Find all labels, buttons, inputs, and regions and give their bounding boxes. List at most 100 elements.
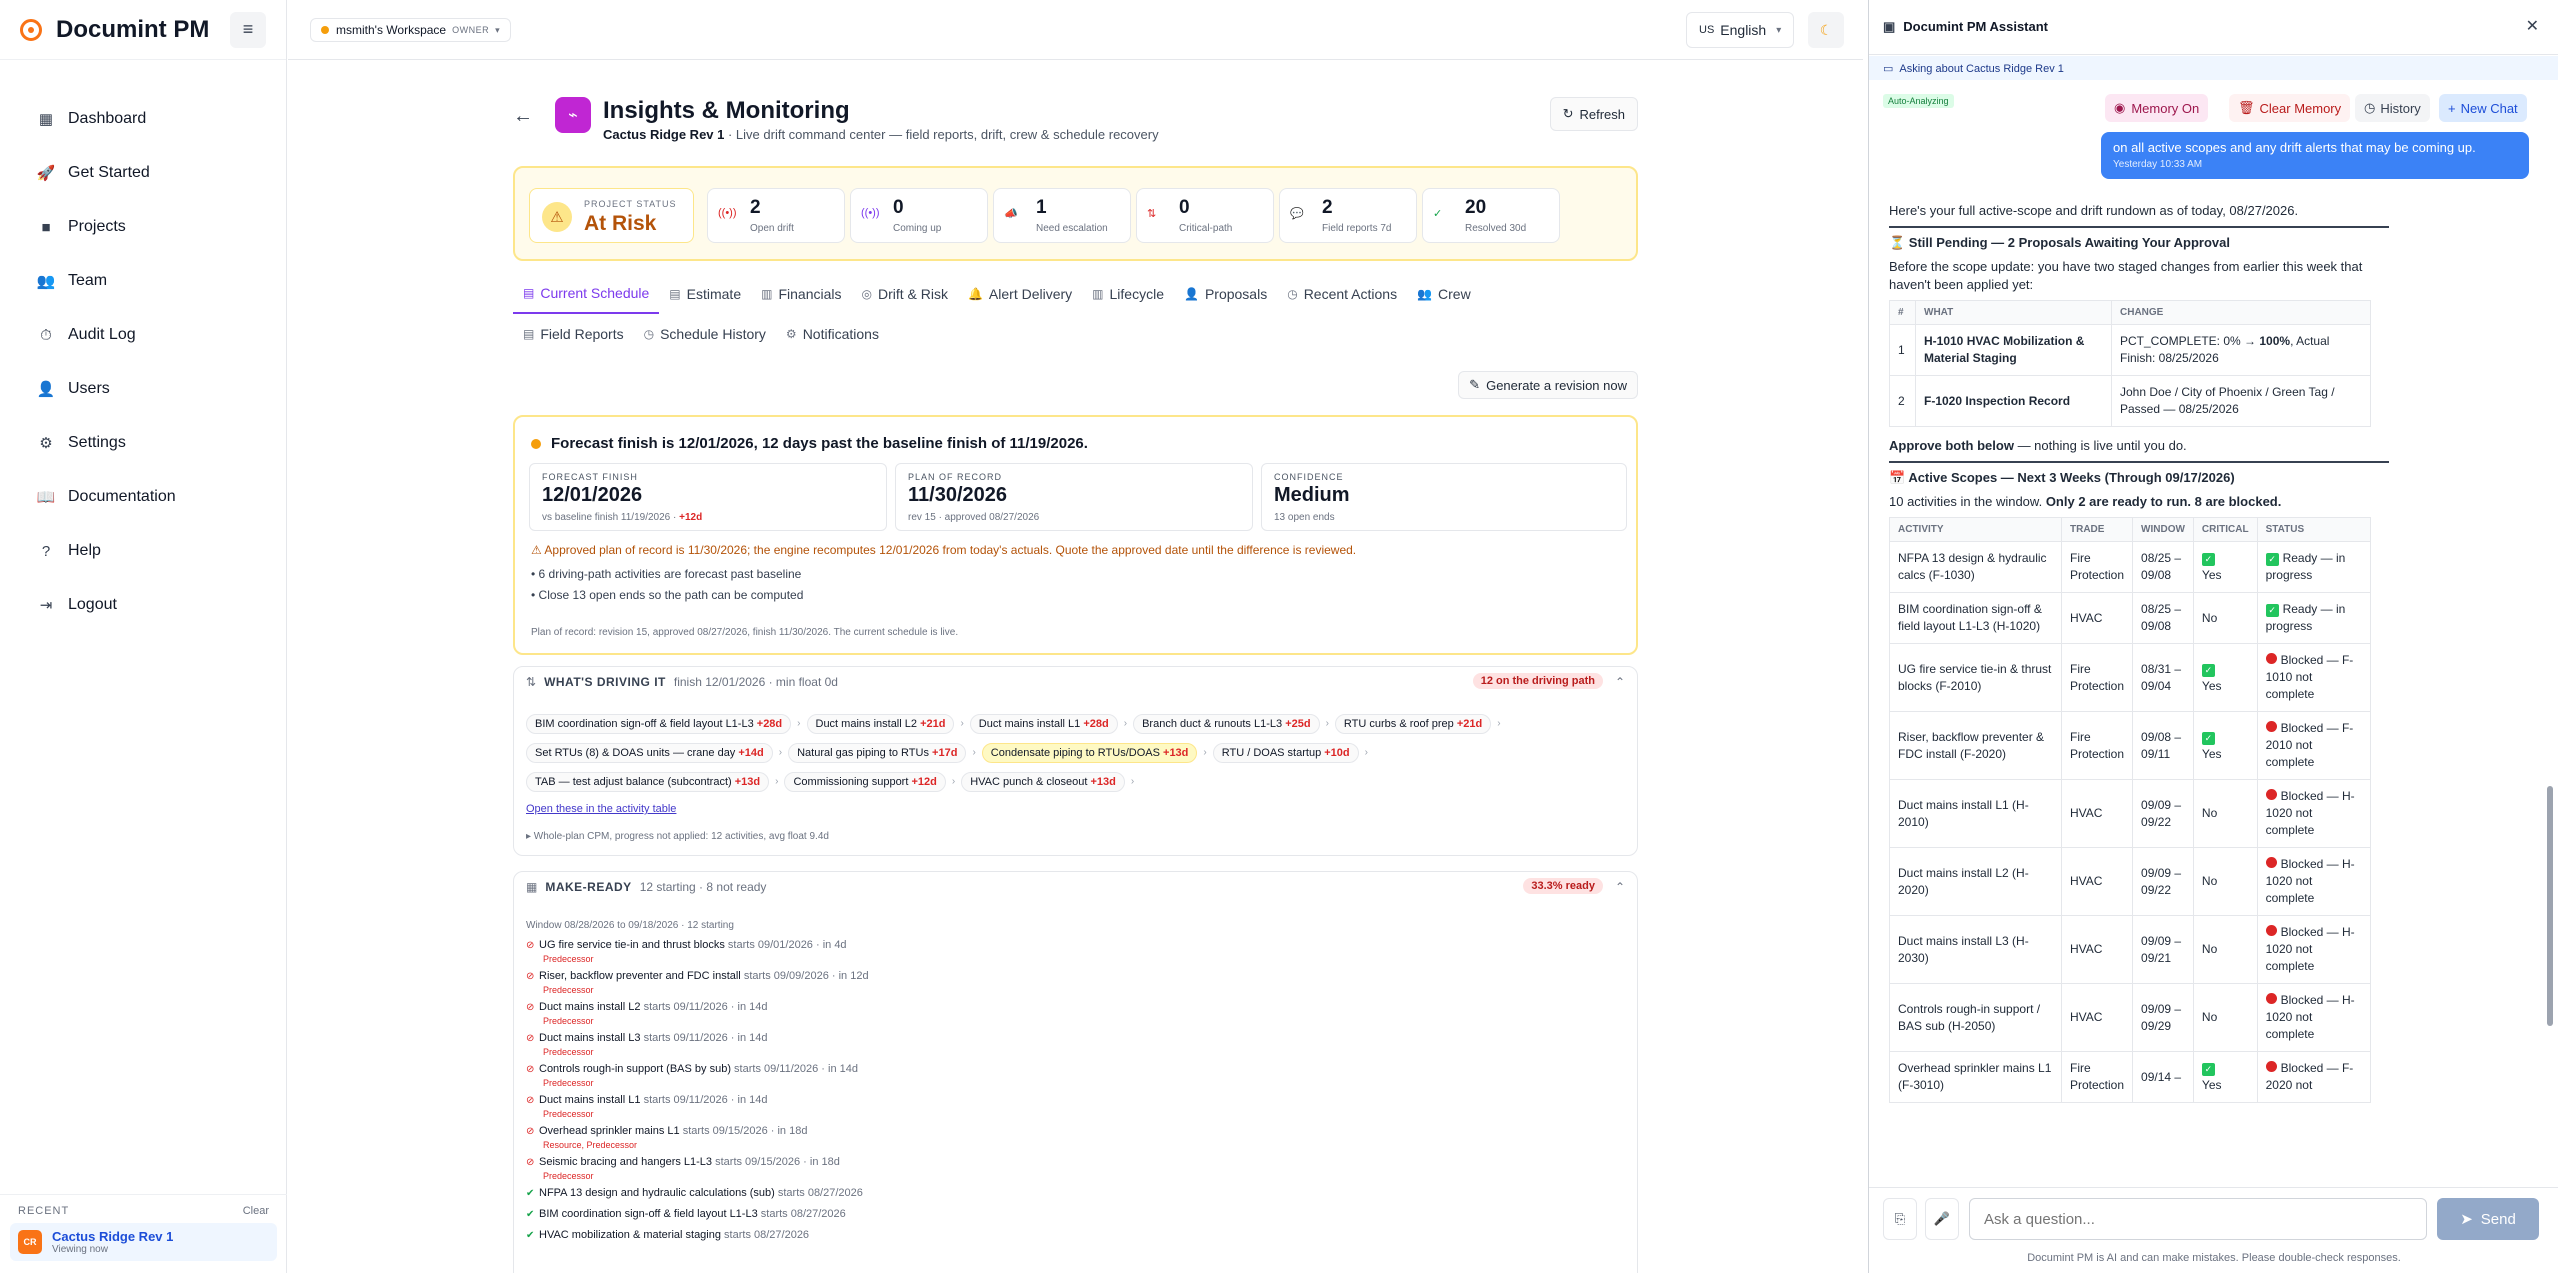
make-ready-item[interactable]: ⊘ Seismic bracing and hangers L1-L3 start… bbox=[526, 1155, 1526, 1170]
driving-header[interactable]: ⇅ WHAT'S DRIVING IT finish 12/01/2026 · … bbox=[526, 675, 838, 689]
close-icon[interactable]: ✕ bbox=[2526, 16, 2539, 36]
kpi-card[interactable]: ((•)) 0 Coming up bbox=[850, 188, 988, 243]
driving-chips: BIM coordination sign-off & field layout… bbox=[526, 709, 1626, 796]
recent-project-item[interactable]: CR Cactus Ridge Rev 1 Viewing now bbox=[10, 1223, 277, 1261]
critical-label: No bbox=[2201, 874, 2218, 888]
clear-memory-button[interactable]: 🗑 Clear Memory bbox=[2229, 94, 2351, 122]
scopes-table: ACTIVITY TRADE WINDOW CRITICAL STATUS NF… bbox=[1889, 517, 2372, 1103]
theme-toggle-button[interactable]: ☾ bbox=[1808, 12, 1844, 48]
make-ready-item[interactable]: ✔ NFPA 13 design and hydraulic calculatio… bbox=[526, 1186, 1526, 1201]
chat-scrollbar[interactable] bbox=[2545, 136, 2555, 1176]
make-ready-item[interactable]: ✔ BIM coordination sign-off & field layou… bbox=[526, 1207, 1526, 1222]
tab-estimate[interactable]: ▤ Estimate bbox=[659, 274, 751, 314]
tab-lifecycle[interactable]: ▥ Lifecycle bbox=[1082, 274, 1174, 314]
sidebar-item-audit-log[interactable]: ⏱ Audit Log bbox=[0, 308, 286, 362]
cpm-toggle[interactable]: ▸ Whole-plan CPM, progress not applied: … bbox=[526, 831, 829, 842]
driving-activity-chip[interactable]: RTU curbs & roof prep +21d bbox=[1334, 713, 1492, 734]
driving-activity-chip[interactable]: Duct mains install L1 +28d bbox=[969, 713, 1118, 734]
driving-activity-chip[interactable]: TAB — test adjust balance (subcontract) … bbox=[526, 771, 770, 792]
collapse-sidebar-button[interactable]: ≡ bbox=[230, 11, 266, 48]
pending-num: 2 bbox=[1889, 375, 1916, 427]
make-ready-reason: Predecessor bbox=[543, 954, 594, 964]
make-ready-item[interactable]: ⊘ Controls rough-in support (BAS by sub) … bbox=[526, 1062, 1526, 1077]
tab-proposals[interactable]: 👤 Proposals bbox=[1174, 274, 1277, 314]
make-ready-item[interactable]: ⊘ Riser, backflow preventer and FDC insta… bbox=[526, 969, 1526, 984]
kpi-card[interactable]: ✓ 20 Resolved 30d bbox=[1422, 188, 1560, 243]
make-ready-item[interactable]: ⊘ Overhead sprinkler mains L1 starts 09/1… bbox=[526, 1124, 1526, 1139]
make-ready-item[interactable]: ✔ HVAC mobilization & material staging st… bbox=[526, 1228, 1526, 1243]
col-header: WHAT bbox=[1915, 300, 2112, 325]
driving-activity-chip[interactable]: Commissioning support +12d bbox=[784, 771, 946, 792]
make-ready-item[interactable]: ⊘ Duct mains install L3 starts 09/11/2026… bbox=[526, 1031, 1526, 1046]
open-activity-table-link[interactable]: Open these in the activity table bbox=[526, 803, 676, 815]
question-input[interactable] bbox=[1969, 1198, 2427, 1240]
tab-crew[interactable]: 👥 Crew bbox=[1407, 274, 1481, 314]
tab-field-reports[interactable]: ▤ Field Reports bbox=[513, 314, 634, 354]
sidebar-item-logout[interactable]: ⇥ Logout bbox=[0, 578, 286, 632]
scope-row: Duct mains install L3 (H-2030) HVAC 09/09 … bbox=[1889, 915, 2372, 984]
refresh-button[interactable]: ↻ Refresh bbox=[1549, 97, 1638, 131]
scroll-thumb[interactable] bbox=[2547, 786, 2553, 1026]
tab-current-schedule[interactable]: ▤ Current Schedule bbox=[513, 274, 660, 314]
microphone-button[interactable]: 🎤 bbox=[1925, 1198, 1959, 1240]
chevron-up-icon[interactable]: ⌃ bbox=[1615, 880, 1625, 894]
back-arrow-icon[interactable]: ← bbox=[513, 105, 533, 128]
sidebar-item-users[interactable]: 👤 Users bbox=[0, 362, 286, 416]
sidebar-item-dashboard[interactable]: ▦ Dashboard bbox=[0, 92, 286, 146]
kpi-card[interactable]: 📣 1 Need escalation bbox=[993, 188, 1131, 243]
chip-delta: +25d bbox=[1285, 717, 1311, 730]
page-description: · Live drift command center — field repo… bbox=[724, 127, 1159, 142]
sidebar-item-documentation[interactable]: 📖 Documentation bbox=[0, 470, 286, 524]
driving-activity-chip[interactable]: Natural gas piping to RTUs +17d bbox=[788, 742, 967, 763]
paperclip-icon: ⎘ bbox=[1894, 1211, 1906, 1226]
tab-financials[interactable]: ▥ Financials bbox=[751, 274, 851, 314]
language-selector[interactable]: US English ▾ bbox=[1686, 12, 1795, 48]
sidebar-item-settings[interactable]: ⚙ Settings bbox=[0, 416, 286, 470]
scope-status: Blocked — H-1020 not complete bbox=[2256, 983, 2372, 1052]
new-chat-button[interactable]: + New Chat bbox=[2439, 94, 2527, 122]
generate-revision-button[interactable]: ✎ Generate a revision now bbox=[1458, 371, 1638, 399]
kpi-card[interactable]: ((•)) 2 Open drift bbox=[707, 188, 845, 243]
scope-window: 09/09 – 09/29 bbox=[2132, 983, 2194, 1052]
tab-drift-risk[interactable]: ◎ Drift & Risk bbox=[851, 274, 957, 314]
memory-toggle-button[interactable]: ◉ Memory On bbox=[2105, 94, 2209, 122]
pending-table: # WHAT CHANGE 1 H-1010 HVAC Mobilization … bbox=[1889, 300, 2371, 427]
history-button[interactable]: ◷ History bbox=[2355, 94, 2430, 122]
blocked-icon: ⊘ bbox=[526, 1126, 535, 1137]
sidebar-item-get-started[interactable]: 🚀 Get Started bbox=[0, 146, 286, 200]
forecast-headline: Forecast finish is 12/01/2026, 12 days p… bbox=[531, 435, 1088, 452]
clear-recent-button[interactable]: Clear bbox=[243, 1205, 269, 1217]
driving-activity-chip[interactable]: HVAC punch & closeout +13d bbox=[961, 771, 1125, 792]
sidebar-item-team[interactable]: 👥 Team bbox=[0, 254, 286, 308]
attach-button[interactable]: ⎘ bbox=[1883, 1198, 1917, 1240]
make-ready-item[interactable]: ⊘ Duct mains install L1 starts 09/11/2026… bbox=[526, 1093, 1526, 1108]
kpi-card[interactable]: ⇅ 0 Critical-path bbox=[1136, 188, 1274, 243]
sidebar-item-help[interactable]: ? Help bbox=[0, 524, 286, 578]
send-button[interactable]: ➤ Send bbox=[2437, 1198, 2539, 1240]
driving-activity-chip[interactable]: Branch duct & runouts L1-L3 +25d bbox=[1133, 713, 1320, 734]
chevron-right-icon: › bbox=[1364, 747, 1368, 758]
driving-activity-chip[interactable]: Duct mains install L2 +21d bbox=[806, 713, 955, 734]
pending-heading: ⏳ Still Pending — 2 Proposals Awaiting Y… bbox=[1889, 235, 2230, 250]
chevron-up-icon[interactable]: ⌃ bbox=[1615, 675, 1625, 689]
make-ready-header[interactable]: ▦ MAKE-READY 12 starting · 8 not ready bbox=[526, 880, 766, 894]
make-ready-item[interactable]: ⊘ UG fire service tie-in and thrust block… bbox=[526, 938, 1526, 953]
driving-activity-chip[interactable]: RTU / DOAS startup +10d bbox=[1212, 742, 1359, 763]
status-text: Blocked — H-1020 not complete bbox=[2265, 993, 2355, 1041]
pending-what: H-1010 HVAC Mobilization & Material Stag… bbox=[1915, 324, 2112, 376]
status-strip: ⚠ PROJECT STATUS At Risk ((•)) 2 Open drif… bbox=[513, 166, 1638, 261]
make-ready-item[interactable]: ⊘ Duct mains install L2 starts 09/11/2026… bbox=[526, 1000, 1526, 1015]
kpi-card[interactable]: 💬 2 Field reports 7d bbox=[1279, 188, 1417, 243]
tab-recent-actions[interactable]: ◷ Recent Actions bbox=[1277, 274, 1407, 314]
tab-notifications[interactable]: ⚙ Notifications bbox=[776, 314, 889, 354]
check-circle-icon: ✔ bbox=[526, 1230, 535, 1241]
sidebar-item-projects[interactable]: ■ Projects bbox=[0, 200, 286, 254]
tab-alert-delivery[interactable]: 🔔 Alert Delivery bbox=[958, 274, 1082, 314]
driving-activity-chip[interactable]: Set RTUs (8) & DOAS units — crane day +1… bbox=[526, 742, 773, 763]
workspace-selector[interactable]: msmith's Workspace OWNER ▾ bbox=[310, 18, 511, 42]
driving-activity-chip[interactable]: BIM coordination sign-off & field layout… bbox=[526, 713, 792, 734]
driving-activity-chip[interactable]: Condensate piping to RTUs/DOAS +13d bbox=[981, 742, 1198, 763]
project-name: Cactus Ridge Rev 1 bbox=[603, 127, 725, 142]
tab-schedule-history[interactable]: ◷ Schedule History bbox=[634, 314, 776, 354]
red-circle-icon bbox=[2265, 993, 2277, 1004]
